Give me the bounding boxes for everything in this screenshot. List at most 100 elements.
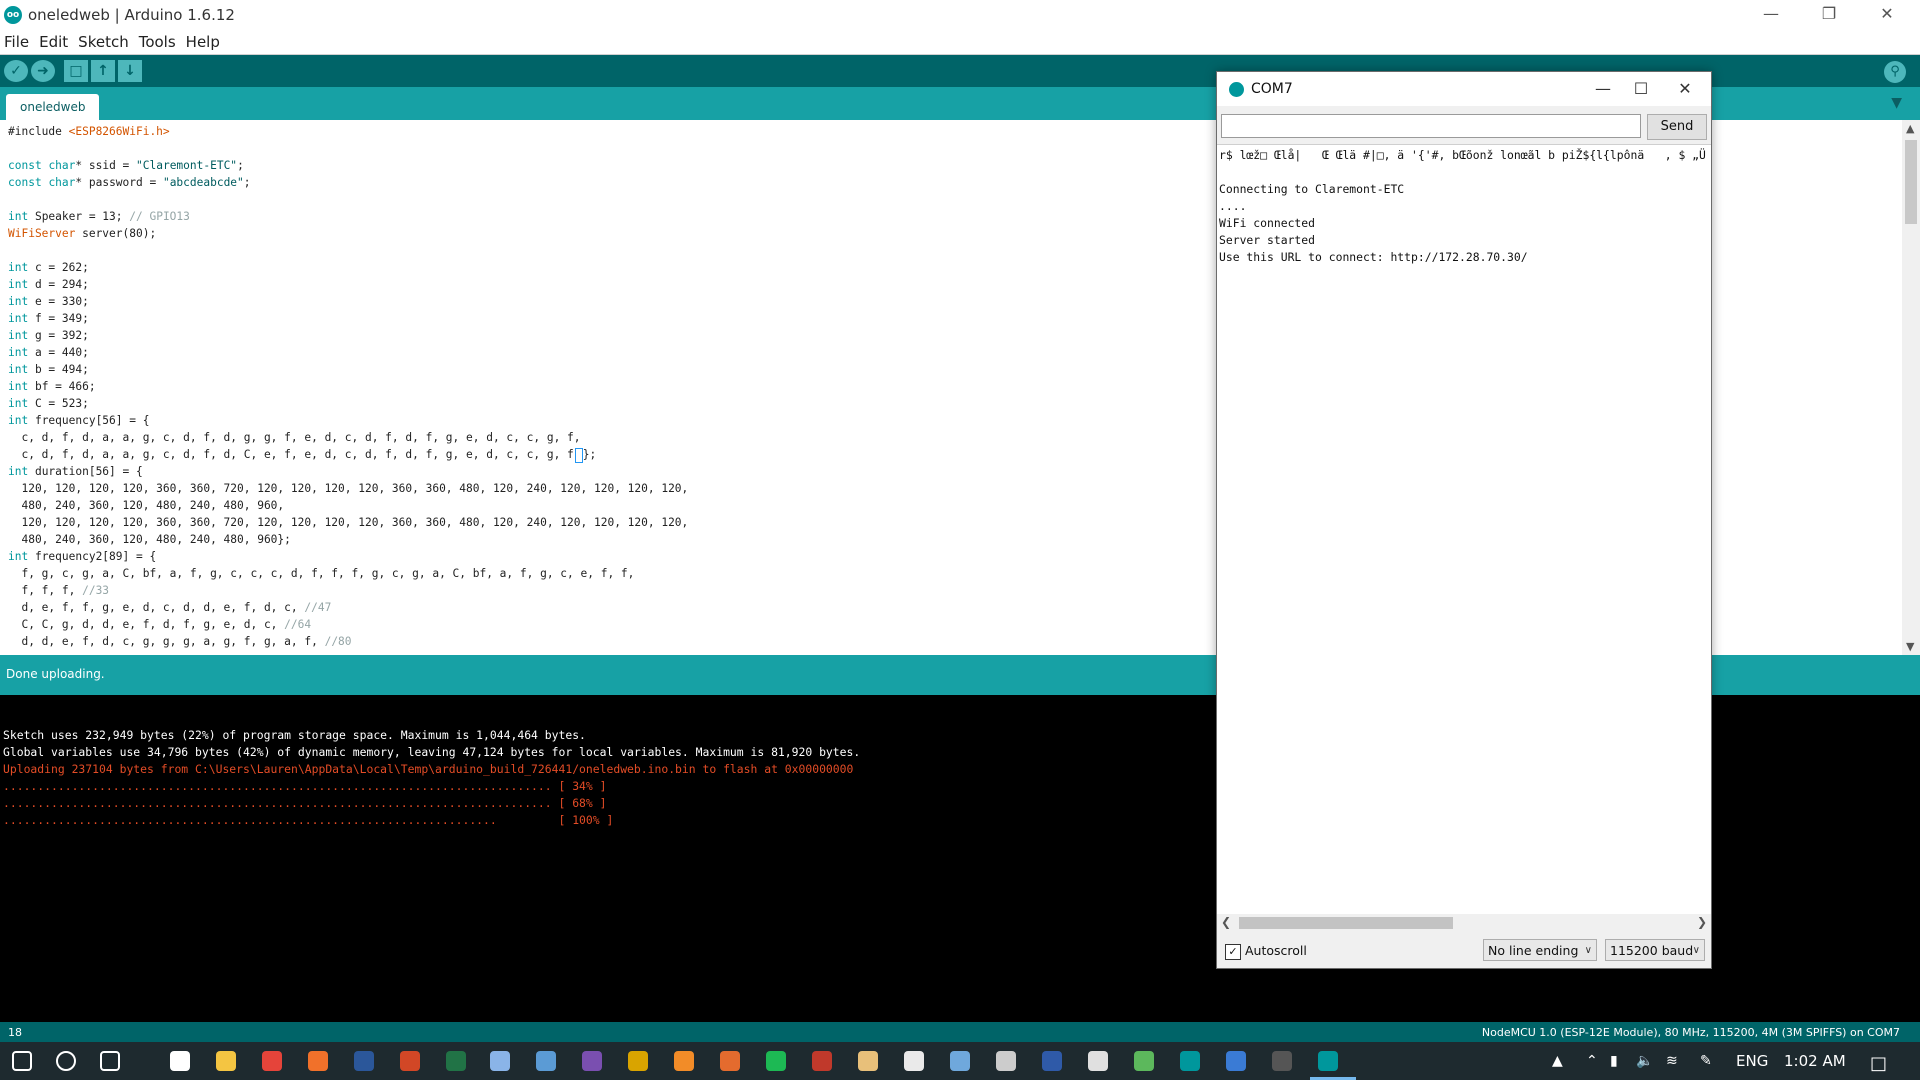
arduino-app-icon: oo (4, 6, 22, 24)
scroll-up-icon[interactable]: ▲ (1906, 122, 1914, 135)
serial-output-text: r$ lœž□ Œlå| Œ Œlä #|□, ä '{'#, bŒõonž l… (1219, 148, 1706, 264)
menu-file[interactable]: File (0, 30, 35, 51)
magnifier-icon: ⚲ (1890, 64, 1900, 79)
check-icon: ✓ (10, 63, 22, 79)
menu-tools[interactable]: Tools (135, 30, 182, 51)
baud-select[interactable]: 115200 baud ∨ (1605, 939, 1705, 961)
taskbar-spotify-icon[interactable] (766, 1051, 786, 1071)
taskbar-matlab-icon[interactable] (720, 1051, 740, 1071)
arrow-up-icon: ↑ (97, 63, 109, 79)
serial-minimize-button[interactable]: — (1583, 76, 1623, 102)
taskbar-excel-icon[interactable] (446, 1051, 466, 1071)
new-button[interactable]: □ (64, 60, 88, 82)
serial-monitor-window: COM7 — ☐ ✕ Send r$ lœž□ Œlå| Œ Œlä #|□, … (1216, 71, 1712, 969)
chevron-down-icon: ∨ (1584, 945, 1592, 956)
scroll-right-icon[interactable]: ❯ (1697, 915, 1707, 929)
taskbar-app-blue-icon[interactable] (536, 1051, 556, 1071)
taskbar-home-icon[interactable] (170, 1051, 190, 1071)
taskbar-app-purple-icon[interactable] (582, 1051, 602, 1071)
serial-input[interactable] (1221, 114, 1641, 138)
taskbar-search-icon[interactable] (56, 1051, 76, 1071)
taskbar-itunes-icon[interactable] (904, 1051, 924, 1071)
editor-vertical-scrollbar[interactable]: ▲ ▼ (1902, 120, 1920, 655)
board-info: NodeMCU 1.0 (ESP-12E Module), 80 MHz, 11… (1481, 1026, 1900, 1039)
tab-oneledweb[interactable]: oneledweb (6, 94, 100, 120)
taskbar-app-term-icon[interactable] (1272, 1051, 1292, 1071)
verify-button[interactable]: ✓ (4, 60, 28, 82)
serial-horizontal-scrollbar[interactable]: ❮ ❯ (1217, 914, 1711, 932)
taskbar-app-zip-icon[interactable] (858, 1051, 878, 1071)
taskbar-app-gray-icon[interactable] (996, 1051, 1016, 1071)
taskbar-firefox-icon[interactable] (308, 1051, 328, 1071)
line-ending-value: No line ending (1488, 943, 1579, 958)
taskbar-steam-icon[interactable] (490, 1051, 510, 1071)
taskbar-app-red-icon[interactable] (812, 1051, 832, 1071)
taskbar-arduino-icon[interactable] (1180, 1051, 1200, 1071)
menu-sketch[interactable]: Sketch (74, 30, 135, 51)
scroll-left-icon[interactable]: ❮ (1221, 915, 1231, 929)
autoscroll-label: Autoscroll (1245, 943, 1307, 958)
serial-title-bar: COM7 — ☐ ✕ (1217, 72, 1711, 106)
arrow-right-icon: ➜ (37, 63, 49, 79)
taskbar-powerpoint-icon[interactable] (400, 1051, 420, 1071)
taskbar-app-cloud-icon[interactable] (1088, 1051, 1108, 1071)
taskbar-arduino-active-icon[interactable] (1318, 1051, 1338, 1071)
taskbar-app-green-icon[interactable] (1134, 1051, 1154, 1071)
menu-edit[interactable]: Edit (35, 30, 74, 51)
arrow-down-icon: ↓ (124, 63, 136, 79)
line-number: 18 (8, 1026, 22, 1039)
text-cursor (574, 447, 583, 463)
open-button[interactable]: ↑ (91, 60, 115, 82)
menu-help[interactable]: Help (182, 30, 226, 51)
taskbar-start-icon[interactable] (12, 1051, 32, 1071)
pen-icon[interactable]: ✎ (1700, 1053, 1712, 1069)
status-message: Done uploading. (6, 667, 105, 681)
taskbar-chrome-icon[interactable] (262, 1051, 282, 1071)
scroll-thumb[interactable] (1905, 140, 1917, 224)
serial-monitor-button[interactable]: ⚲ (1884, 61, 1906, 83)
console-text: Sketch uses 232,949 bytes (22%) of progr… (3, 728, 861, 827)
network-icon[interactable]: ▲ (1552, 1053, 1563, 1069)
taskbar-word-icon[interactable] (354, 1051, 374, 1071)
line-ending-select[interactable]: No line ending ∨ (1483, 939, 1597, 961)
taskbar-app-blue2-icon[interactable] (950, 1051, 970, 1071)
title-bar: oo oneledweb | Arduino 1.6.12 — ❐ ✕ (0, 0, 1920, 30)
info-bar: 18 NodeMCU 1.0 (ESP-12E Module), 80 MHz,… (0, 1022, 1920, 1042)
taskbar: ▲ ⌃ ▮ 🔈 ≋ ✎ ENG 1:02 AM □ (0, 1042, 1920, 1080)
language-indicator[interactable]: ENG (1736, 1052, 1768, 1070)
serial-maximize-button[interactable]: ☐ (1621, 76, 1661, 102)
taskbar-app-orange-icon[interactable] (674, 1051, 694, 1071)
close-button[interactable]: ✕ (1858, 0, 1916, 30)
wifi-icon[interactable]: ≋ (1666, 1053, 1678, 1069)
minimize-button[interactable]: — (1742, 0, 1800, 30)
chevron-down-icon: ∨ (1692, 945, 1700, 956)
baud-value: 115200 baud (1610, 943, 1694, 958)
code-text[interactable]: #include <ESP8266WiFi.h> const char* ssi… (8, 123, 688, 650)
save-button[interactable]: ↓ (118, 60, 142, 82)
window-title: oneledweb | Arduino 1.6.12 (28, 6, 235, 24)
taskbar-app-yellow-icon[interactable] (628, 1051, 648, 1071)
serial-close-button[interactable]: ✕ (1665, 76, 1705, 102)
taskbar-file-explorer-icon[interactable] (216, 1051, 236, 1071)
scroll-thumb[interactable] (1239, 917, 1453, 929)
new-file-icon: □ (69, 63, 83, 79)
autoscroll-checkbox[interactable]: ✓ (1225, 944, 1241, 960)
battery-icon[interactable]: ▮ (1610, 1053, 1618, 1069)
taskbar-app-sync-icon[interactable] (1226, 1051, 1246, 1071)
volume-icon[interactable]: 🔈 (1636, 1053, 1653, 1069)
chevron-up-icon[interactable]: ⌃ (1586, 1053, 1598, 1069)
serial-title: COM7 (1251, 81, 1293, 97)
arduino-app-icon (1229, 82, 1244, 97)
scroll-down-icon[interactable]: ▼ (1906, 640, 1914, 653)
restore-button[interactable]: ❐ (1800, 0, 1858, 30)
notification-icon[interactable]: □ (1870, 1053, 1887, 1074)
menu-bar: File Edit Sketch Tools Help (0, 30, 1920, 55)
upload-button[interactable]: ➜ (31, 60, 55, 82)
tab-menu-button[interactable]: ▼ (1891, 95, 1902, 111)
serial-output[interactable]: r$ lœž□ Œlå| Œ Œlä #|□, ä '{'#, bŒõonž l… (1217, 144, 1711, 915)
taskbar-app-l-icon[interactable] (1042, 1051, 1062, 1071)
send-button[interactable]: Send (1647, 114, 1707, 140)
clock[interactable]: 1:02 AM (1784, 1052, 1846, 1070)
serial-footer: ✓ Autoscroll No line ending ∨ 115200 bau… (1217, 932, 1711, 968)
taskbar-task-view-icon[interactable] (100, 1051, 120, 1071)
